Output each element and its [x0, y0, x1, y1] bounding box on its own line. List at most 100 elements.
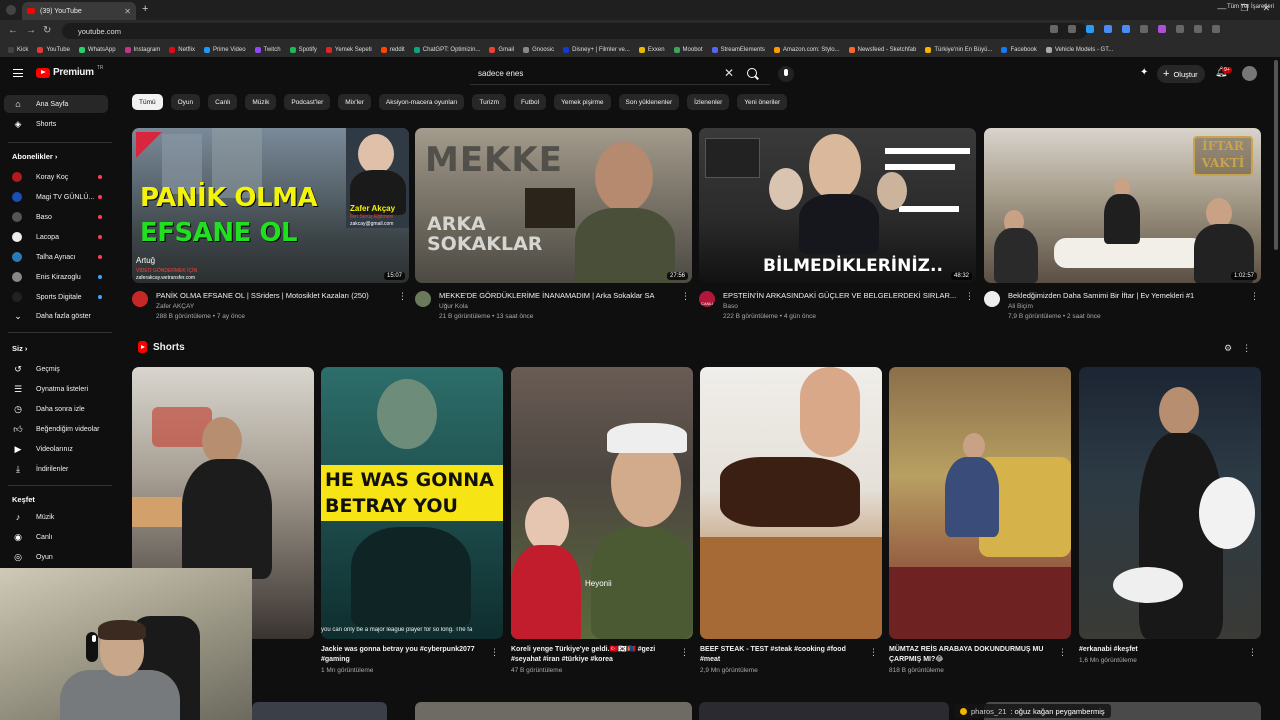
video-card[interactable]: Zafer Akçay İleri Sürüş Eğitmeni zakcay@…: [132, 128, 409, 323]
hamburger-menu-icon[interactable]: [13, 69, 23, 77]
short-thumbnail[interactable]: HE WAS GONNA BETRAY YOU you can only be …: [321, 367, 503, 639]
sidebar-you-item[interactable]: ☰ Oynatma listeleri: [4, 380, 108, 398]
video-title[interactable]: PANİK OLMA EFSANE OL | SSriders | Motosi…: [156, 291, 396, 300]
filter-chip[interactable]: Canlı: [208, 94, 238, 110]
short-thumbnail[interactable]: [889, 367, 1071, 639]
video-card[interactable]: İFTAR VAKTİ 1:02:57 Bekledğimizden Daha S…: [984, 128, 1261, 323]
bookmark-item[interactable]: Gnoosic: [523, 46, 554, 53]
reload-icon[interactable]: ↻: [43, 25, 51, 36]
filter-chip[interactable]: Turizm: [472, 94, 507, 110]
filter-chip[interactable]: Oyun: [170, 94, 201, 110]
bookmark-item[interactable]: Facebook: [1001, 46, 1037, 53]
search-input[interactable]: sadece enes: [478, 69, 523, 78]
short-card[interactable]: BEEF STEAK - TEST #steak #cooking #food …: [700, 367, 882, 674]
you-header[interactable]: Siz ›: [12, 344, 27, 353]
filter-chip[interactable]: Tümü: [132, 94, 163, 110]
bookmark-item[interactable]: Netflix: [169, 46, 195, 53]
more-options-icon[interactable]: ⋮: [680, 647, 689, 658]
sidebar-subscription-item[interactable]: Sports Digitale: [4, 288, 108, 306]
browser-tab-youtube[interactable]: (39) YouTube ✕: [22, 2, 136, 20]
sidebar-explore-item[interactable]: ◎ Oyun: [4, 548, 108, 566]
bookmark-item[interactable]: StreamElements: [711, 46, 765, 53]
next-row-thumbnail[interactable]: [252, 702, 387, 720]
sidebar-you-item[interactable]: 👍︎ Beğendiğim videolar: [4, 420, 108, 438]
next-row-thumbnail[interactable]: [415, 702, 692, 720]
sidebar-subscription-item[interactable]: Magi TV GÜNLÜ...: [4, 188, 108, 206]
extension-icon[interactable]: [1158, 25, 1166, 33]
bookmark-item[interactable]: Exxen: [638, 46, 665, 53]
more-options-icon[interactable]: ⋮: [398, 291, 407, 302]
filter-chip[interactable]: Futbol: [514, 94, 547, 110]
close-tab-icon[interactable]: ✕: [124, 7, 131, 16]
sidebar-subscription-item[interactable]: Baso: [4, 208, 108, 226]
bookmark-item[interactable]: YouTube: [37, 46, 70, 53]
extension-icon[interactable]: [1140, 25, 1148, 33]
filter-chip[interactable]: Son yüklenenler: [618, 94, 680, 110]
sidebar-subscription-item[interactable]: Talha Aynacı: [4, 248, 108, 266]
new-tab-icon[interactable]: +: [142, 3, 148, 15]
profile-icon[interactable]: [1194, 25, 1202, 33]
bookmark-item[interactable]: Newsfeed - Sketchfab: [848, 46, 916, 53]
sidebar-explore-item[interactable]: ◉ Canlı: [4, 528, 108, 546]
youtube-logo[interactable]: Premium TR: [36, 65, 103, 78]
menu-dots-icon[interactable]: [1212, 25, 1220, 33]
bookmark-item[interactable]: Yemek Sepeti: [325, 46, 372, 53]
filter-chip[interactable]: Podcast'ler: [284, 94, 331, 110]
search-icon[interactable]: [747, 68, 757, 78]
bookmark-item[interactable]: reddit: [380, 46, 405, 53]
all-bookmarks[interactable]: Tüm Yer İşaretleri: [1227, 4, 1274, 10]
short-card[interactable]: MÜMTAZ REİS ARABAYA DOKUNDURMUŞ MU ÇARPM…: [889, 367, 1071, 674]
channel-name[interactable]: Baso: [723, 303, 738, 310]
channel-avatar[interactable]: [132, 291, 148, 307]
bookmark-item[interactable]: Twitch: [254, 46, 281, 53]
video-thumbnail[interactable]: İFTAR VAKTİ 1:02:57: [984, 128, 1261, 283]
more-options-icon[interactable]: ⋮: [1058, 647, 1067, 658]
short-card[interactable]: #erkanabi #keşfet 1,6 Mn görüntüleme ⋮: [1079, 367, 1261, 664]
channel-avatar-live[interactable]: CANLI: [699, 291, 715, 307]
bookmark-item[interactable]: Amazon.com: Stylo...: [773, 46, 840, 53]
sidebar-subscription-item[interactable]: Lacopa: [4, 228, 108, 246]
short-card[interactable]: HE WAS GONNA BETRAY YOU you can only be …: [321, 367, 503, 674]
sidebar-item-shorts[interactable]: ◈ Shorts: [4, 115, 108, 133]
subscriptions-header[interactable]: Abonelikler ›: [12, 152, 57, 161]
bookmark-item[interactable]: Prime Video: [203, 46, 246, 53]
short-title[interactable]: MÜMTAZ REİS ARABAYA DOKUNDURMUŞ MU ÇARPM…: [889, 645, 1054, 665]
channel-avatar[interactable]: [415, 291, 431, 307]
page-scrollbar[interactable]: [1274, 60, 1278, 250]
forward-icon[interactable]: →: [26, 25, 36, 36]
filter-chip[interactable]: Aksiyon-macera oyunları: [378, 94, 465, 110]
extension-icon[interactable]: [1086, 25, 1094, 33]
url-field[interactable]: youtube.com: [62, 23, 1087, 39]
more-options-icon[interactable]: ⋮: [869, 647, 878, 658]
more-options-icon[interactable]: ⋮: [490, 647, 499, 658]
show-more-button[interactable]: ⌄ Daha fazla göster: [4, 307, 108, 325]
clear-search-icon[interactable]: ✕: [724, 66, 734, 80]
bookmark-item[interactable]: Instagram: [124, 46, 160, 53]
create-button[interactable]: + Oluştur: [1157, 65, 1205, 83]
sidebar-you-item[interactable]: ⤓ İndirilenler: [4, 460, 108, 478]
extension-icon[interactable]: [1104, 25, 1112, 33]
bookmark-star-icon[interactable]: [1068, 25, 1076, 33]
back-icon[interactable]: ←: [8, 25, 18, 36]
bookmark-item[interactable]: WhatsApp: [78, 46, 116, 53]
filter-chip[interactable]: Yemek pişirme: [554, 94, 611, 110]
short-title[interactable]: BEEF STEAK - TEST #steak #cooking #food …: [700, 645, 865, 665]
channel-avatar[interactable]: [984, 291, 1000, 307]
sidebar-you-item[interactable]: ↺ Geçmiş: [4, 360, 108, 378]
search-box[interactable]: sadece enes ✕: [470, 63, 770, 85]
more-options-icon[interactable]: ⋮: [965, 291, 974, 302]
video-thumbnail[interactable]: Zafer Akçay İleri Sürüş Eğitmeni zakcay@…: [132, 128, 409, 283]
account-avatar[interactable]: [1242, 66, 1257, 81]
channel-name[interactable]: Zafer AKÇAY: [156, 303, 194, 310]
more-options-icon[interactable]: ⋮: [1248, 647, 1257, 658]
sidebar-subscription-item[interactable]: Koray Koç: [4, 168, 108, 186]
short-title[interactable]: #erkanabi #keşfet: [1079, 645, 1244, 655]
cast-icon[interactable]: ✦: [1140, 68, 1151, 78]
video-thumbnail[interactable]: MEKKE ARKA SOKAKLAR 27:56: [415, 128, 692, 283]
extensions-puzzle-icon[interactable]: [1176, 25, 1184, 33]
bookmark-item[interactable]: Türkiye'nin En Büyü...: [925, 46, 992, 53]
video-title[interactable]: Bekledğimizden Daha Samimi Bir İftar | E…: [1008, 291, 1248, 300]
bookmark-item[interactable]: Disney+ | Filmler ve...: [563, 46, 630, 53]
channel-name[interactable]: Uğur Kola: [439, 303, 468, 310]
extension-icon[interactable]: [1122, 25, 1130, 33]
